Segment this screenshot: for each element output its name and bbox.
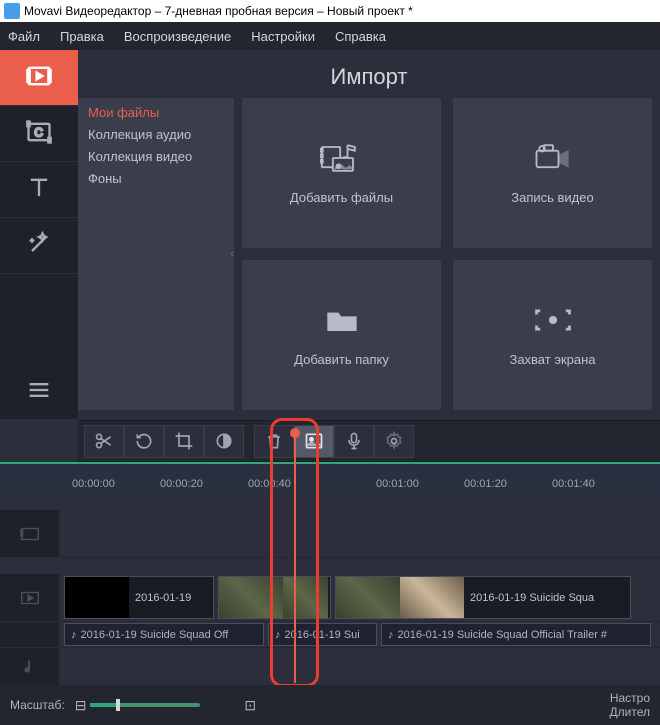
color-button[interactable] xyxy=(204,425,244,458)
zoom-fit-icon[interactable]: ⊡ xyxy=(244,697,256,714)
clip-thumb xyxy=(65,577,129,618)
tile-add-folder[interactable]: Добавить папку xyxy=(242,260,441,410)
overlay-track-body[interactable] xyxy=(60,510,660,558)
timeline-toolbar xyxy=(78,420,660,462)
video-track-body[interactable]: 2016-01-19 2016-01-19 Suicide Squa xyxy=(60,574,660,622)
svg-text:C: C xyxy=(34,127,42,140)
audio-clip[interactable]: ♪ 2016-01-19 Suicide Squad Official Trai… xyxy=(381,623,651,646)
menu-playback[interactable]: Воспроизведение xyxy=(124,29,231,44)
ruler-tick: 00:01:40 xyxy=(552,478,595,490)
source-backgrounds[interactable]: Фоны xyxy=(78,168,234,190)
clip-label: 2016-01-19 Sui xyxy=(285,629,360,641)
ruler-tick: 00:01:20 xyxy=(464,478,507,490)
tile-label: Запись видео xyxy=(511,189,593,206)
import-tiles: Добавить файлы Запись видео Добавить пап… xyxy=(242,98,652,410)
clip-thumb xyxy=(219,577,283,618)
collapse-handle[interactable]: ‹ xyxy=(230,248,234,260)
timeline: 2016-01-19 2016-01-19 Suicide Squa ♪ 201… xyxy=(0,510,660,688)
camera-icon xyxy=(531,140,575,189)
clip-label: 2016-01-19 Suicide Squad Official Traile… xyxy=(398,629,608,641)
rotate-button[interactable] xyxy=(124,425,164,458)
import-icon xyxy=(25,62,53,93)
ruler-tick: 00:00:20 xyxy=(160,478,203,490)
import-panel: Импорт Мои файлы Коллекция аудио Коллекц… xyxy=(78,50,660,420)
mic-button[interactable] xyxy=(334,425,374,458)
settings-button[interactable] xyxy=(374,425,414,458)
folder-icon xyxy=(320,302,364,351)
source-video[interactable]: Коллекция видео xyxy=(78,146,234,168)
crop-icon: C xyxy=(25,118,53,149)
video-track-header[interactable] xyxy=(0,574,60,622)
tile-add-files[interactable]: Добавить файлы xyxy=(242,98,441,248)
title-bar: Movavi Видеоредактор – 7-дневная пробная… xyxy=(0,0,660,22)
tile-label: Добавить папку xyxy=(294,351,389,368)
clip-thumb xyxy=(336,577,400,618)
source-my-files[interactable]: Мои файлы xyxy=(78,102,234,124)
overlay-track-header[interactable] xyxy=(0,510,60,558)
ruler-tick: 00:00:40 xyxy=(248,478,291,490)
zoom-out-icon[interactable]: ⊟ xyxy=(75,697,87,714)
ruler-tick: 00:01:00 xyxy=(376,478,419,490)
film-music-icon xyxy=(320,140,364,189)
menu-bar: Файл Правка Воспроизведение Настройки Сп… xyxy=(0,22,660,50)
cut-button[interactable] xyxy=(84,425,124,458)
video-clip[interactable]: 2016-01-19 Suicide Squa xyxy=(335,576,631,619)
rail-text[interactable] xyxy=(0,162,78,218)
menu-help[interactable]: Справка xyxy=(335,29,386,44)
text-icon xyxy=(25,174,53,205)
clip-label: 2016-01-19 xyxy=(129,592,213,604)
clip-thumb xyxy=(283,577,328,618)
video-clip[interactable]: 2016-01-19 xyxy=(64,576,214,619)
tile-label: Захват экрана xyxy=(509,351,595,368)
zoom-label: Масштаб: xyxy=(10,698,65,712)
footer: Масштаб: ⊟ ⊡ Настро Длител xyxy=(0,685,660,725)
video-clip[interactable] xyxy=(218,576,331,619)
audio-track-header[interactable] xyxy=(0,622,60,648)
music-track xyxy=(0,648,660,688)
timeline-ruler[interactable]: 00:00:00 00:00:20 00:00:40 00:01:00 00:0… xyxy=(0,464,660,494)
image-button[interactable] xyxy=(294,425,334,458)
menu-settings[interactable]: Настройки xyxy=(251,29,315,44)
clip-thumb xyxy=(400,577,464,618)
footer-settings[interactable]: Настро xyxy=(610,691,650,705)
window-title: Movavi Видеоредактор – 7-дневная пробная… xyxy=(24,4,413,18)
tile-screen-capture[interactable]: Захват экрана xyxy=(453,260,652,410)
rail-effects[interactable] xyxy=(0,218,78,274)
music-track-body[interactable] xyxy=(60,648,660,688)
menu-icon xyxy=(25,376,53,407)
menu-edit[interactable]: Правка xyxy=(60,29,104,44)
delete-button[interactable] xyxy=(254,425,294,458)
rail-crop[interactable]: C xyxy=(0,106,78,162)
section-title: Импорт xyxy=(78,50,660,98)
clip-label: 2016-01-19 Suicide Squa xyxy=(464,592,630,604)
overlay-track xyxy=(0,510,660,558)
audio-clip[interactable]: ♪ 2016-01-19 Suicide Squad Off xyxy=(64,623,264,646)
left-rail: C xyxy=(0,50,78,420)
source-audio[interactable]: Коллекция аудио xyxy=(78,124,234,146)
tile-record-video[interactable]: Запись видео xyxy=(453,98,652,248)
menu-file[interactable]: Файл xyxy=(8,29,40,44)
rail-more[interactable] xyxy=(0,364,78,420)
import-sources: Мои файлы Коллекция аудио Коллекция виде… xyxy=(78,98,234,410)
wand-icon xyxy=(25,230,53,261)
clip-label: 2016-01-19 Suicide Squad Off xyxy=(81,629,229,641)
audio-track: ♪ 2016-01-19 Suicide Squad Off ♪ 2016-01… xyxy=(0,622,660,648)
ruler-tick: 00:00:00 xyxy=(72,478,115,490)
slider-track[interactable] xyxy=(90,703,200,707)
music-track-header[interactable] xyxy=(0,648,60,688)
video-track: 2016-01-19 2016-01-19 Suicide Squa xyxy=(0,574,660,622)
footer-duration: Длител xyxy=(610,705,650,719)
app-icon xyxy=(4,3,20,19)
rail-import[interactable] xyxy=(0,50,78,106)
capture-icon xyxy=(531,302,575,351)
tile-label: Добавить файлы xyxy=(290,189,393,206)
audio-track-body[interactable]: ♪ 2016-01-19 Suicide Squad Off ♪ 2016-01… xyxy=(60,622,660,648)
audio-clip[interactable]: ♪ 2016-01-19 Sui xyxy=(268,623,377,646)
zoom-slider[interactable]: ⊟ ⊡ xyxy=(75,697,256,714)
crop-button[interactable] xyxy=(164,425,204,458)
slider-thumb[interactable] xyxy=(116,699,120,711)
